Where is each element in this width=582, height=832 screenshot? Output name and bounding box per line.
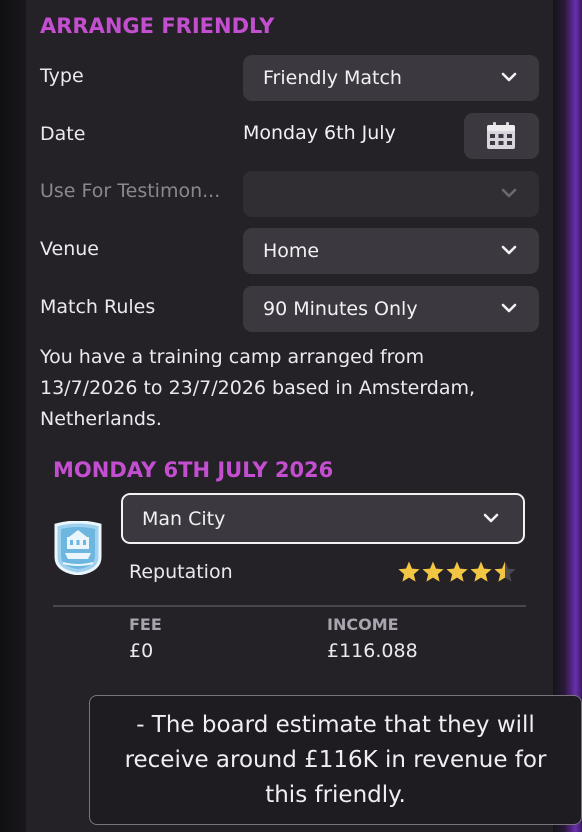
- chevron-down-icon: [501, 303, 517, 313]
- venue-dropdown[interactable]: Home: [243, 228, 539, 274]
- star-icon: [494, 561, 516, 582]
- fee-label: FEE: [129, 615, 162, 634]
- fixture-date-title: MONDAY 6TH JULY 2026: [53, 458, 334, 482]
- star-icon: [446, 561, 468, 582]
- reputation-label: Reputation: [129, 561, 233, 583]
- club-badge: [53, 520, 103, 579]
- training-camp-info: You have a training camp arranged from 1…: [40, 346, 476, 430]
- reputation-stars: [397, 560, 517, 584]
- type-label: Type: [40, 65, 84, 87]
- date-value: Monday 6th July: [243, 122, 396, 144]
- chevron-down-icon: [501, 245, 517, 255]
- star-icon: [422, 561, 444, 582]
- chevron-down-icon: [501, 72, 517, 82]
- income-label: INCOME: [327, 615, 399, 634]
- board-estimate-tooltip: - The board estimate that they will rece…: [89, 695, 582, 825]
- match-rules-dropdown[interactable]: 90 Minutes Only: [243, 286, 539, 332]
- fee-value: £0: [129, 640, 154, 662]
- opponent-dropdown[interactable]: Man City: [121, 493, 525, 544]
- star-icon: [470, 561, 492, 582]
- calendar-icon: [487, 122, 515, 149]
- type-value: Friendly Match: [263, 67, 402, 89]
- opponent-value: Man City: [142, 507, 226, 530]
- match-rules-label: Match Rules: [40, 296, 156, 318]
- calendar-button[interactable]: [464, 113, 539, 159]
- panel-title: ARRANGE FRIENDLY: [40, 14, 275, 38]
- type-dropdown[interactable]: Friendly Match: [243, 55, 539, 101]
- club-crest-icon: [54, 520, 102, 576]
- date-label: Date: [40, 123, 86, 145]
- income-value: £116.088: [327, 640, 418, 662]
- testimonial-dropdown[interactable]: [243, 171, 539, 217]
- star-icon: [398, 561, 420, 582]
- chevron-down-icon: [501, 188, 517, 198]
- venue-label: Venue: [40, 238, 99, 260]
- divider: [53, 605, 526, 607]
- match-rules-value: 90 Minutes Only: [263, 298, 418, 320]
- chevron-down-icon: [483, 513, 499, 523]
- tooltip-text: - The board estimate that they will rece…: [124, 711, 547, 808]
- left-background-strip: [0, 0, 26, 832]
- venue-value: Home: [263, 240, 320, 262]
- testimonial-label: Use For Testimon...: [40, 180, 221, 202]
